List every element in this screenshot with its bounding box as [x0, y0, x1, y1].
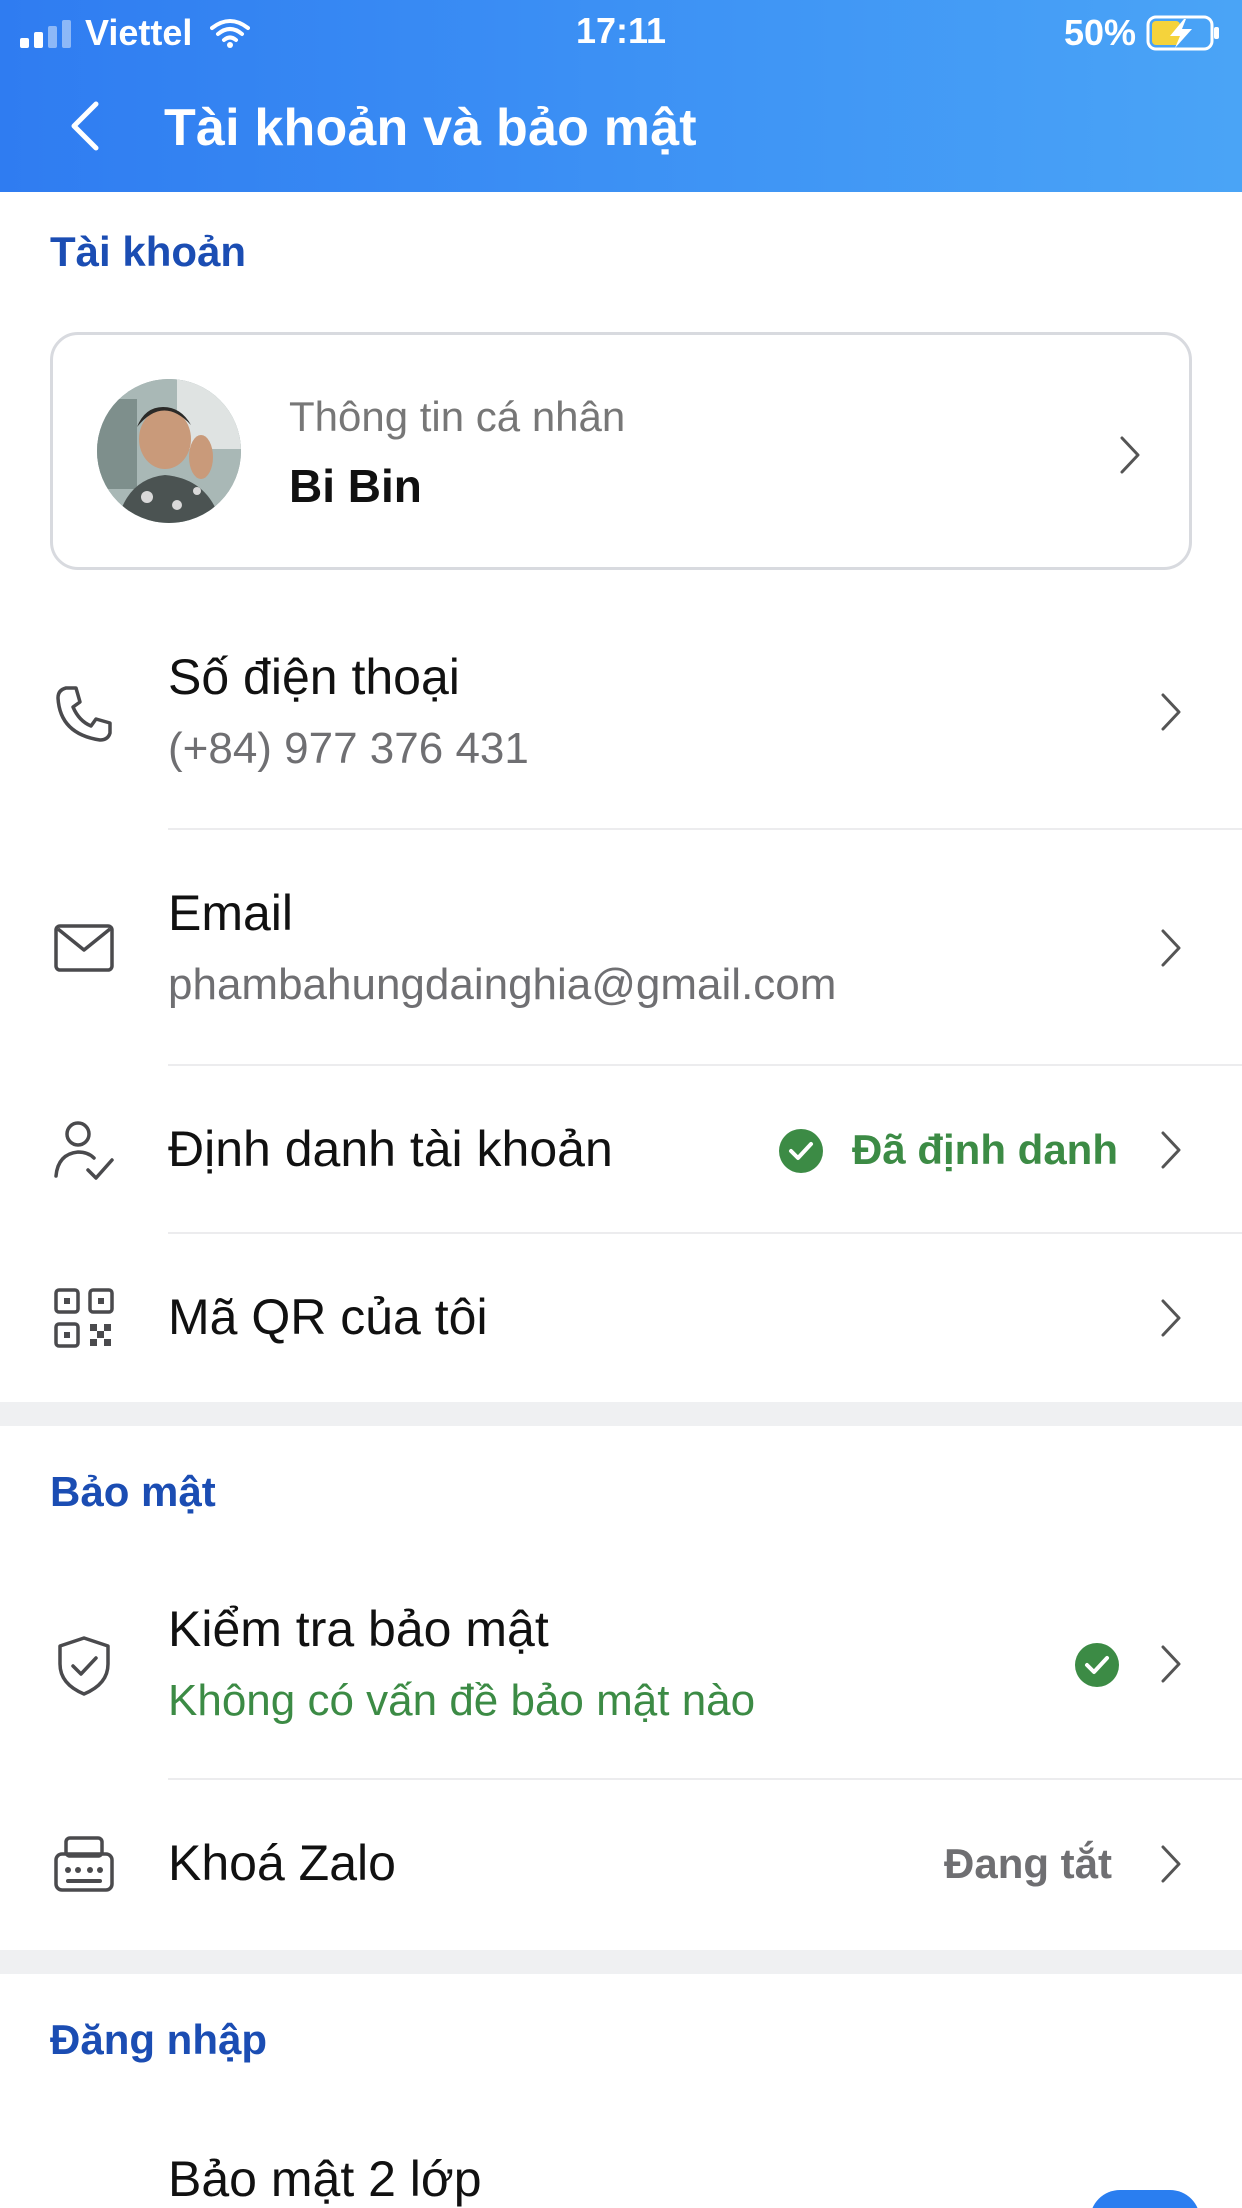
nav-bar: Tài khoản và bảo mật [0, 62, 1242, 192]
section-title-account: Tài khoản [50, 228, 247, 275]
zalo-lock-row[interactable]: Khoá Zalo Đang tắt [0, 1780, 1242, 1950]
qr-title: Mã QR của tôi [168, 1289, 488, 1345]
page-title: Tài khoản và bảo mật [164, 99, 697, 157]
profile-name: Bi Bin [289, 460, 422, 512]
chevron-right-icon [1161, 929, 1181, 967]
battery-percentage: 50% [1063, 12, 1136, 53]
status-bar: Viettel 17:11 50% [0, 0, 1242, 62]
keypad-lock-icon [54, 1836, 114, 1892]
phone-value: (+84) 977 376 431 [168, 724, 529, 773]
two-factor-row[interactable]: Bảo mật 2 lớp [0, 2100, 1242, 2208]
verified-check-icon [779, 1129, 823, 1173]
section-divider [0, 1950, 1242, 1974]
avatar-photo [97, 379, 241, 523]
chevron-right-icon [1120, 436, 1140, 474]
two-factor-toggle[interactable] [1090, 2190, 1200, 2208]
chevron-right-icon [1161, 1131, 1181, 1169]
email-title: Email [168, 885, 294, 941]
battery-charging-icon [1146, 15, 1219, 51]
shield-check-icon [58, 1636, 110, 1696]
security-check-title: Kiểm tra bảo mật [168, 1601, 549, 1657]
chevron-right-icon [1161, 1845, 1181, 1883]
security-check-row[interactable]: Kiểm tra bảo mật Không có vấn đề bảo mật… [0, 1560, 1242, 1778]
chevron-right-icon [1161, 1645, 1181, 1683]
email-row[interactable]: Email phambahungdainghia@gmail.com [0, 830, 1242, 1064]
chevron-right-icon [1161, 1299, 1181, 1337]
personal-info-label: Thông tin cá nhân [289, 393, 626, 440]
qr-code-icon [54, 1288, 114, 1348]
zalo-lock-status: Đang tắt [944, 1840, 1112, 1887]
section-title-login: Đăng nhập [50, 2016, 267, 2063]
personal-info-card[interactable]: Thông tin cá nhân Bi Bin [50, 332, 1192, 570]
email-value: phambahungdainghia@gmail.com [168, 960, 837, 1009]
section-divider [0, 1402, 1242, 1426]
phone-icon [56, 686, 112, 742]
verified-check-icon [1075, 1643, 1119, 1687]
security-check-status: Không có vấn đề bảo mật nào [168, 1676, 756, 1725]
status-time: 17:11 [575, 10, 667, 51]
mail-icon [54, 924, 114, 972]
identity-status: Đã định danh [852, 1126, 1118, 1173]
identity-row[interactable]: Định danh tài khoản Đã định danh [0, 1066, 1242, 1234]
back-arrow-icon[interactable] [66, 98, 106, 154]
status-right: 50% [1064, 12, 1222, 54]
user-check-icon [54, 1121, 114, 1180]
zalo-lock-title: Khoá Zalo [168, 1835, 396, 1891]
section-title-security: Bảo mật [50, 1468, 216, 1515]
identity-title: Định danh tài khoản [168, 1121, 613, 1177]
phone-row[interactable]: Số điện thoại (+84) 977 376 431 [0, 620, 1242, 830]
two-factor-title: Bảo mật 2 lớp [168, 2151, 482, 2207]
avatar [97, 379, 241, 523]
phone-title: Số điện thoại [168, 649, 460, 705]
app-header: Viettel 17:11 50% Tài khoản và bảo mật [0, 0, 1242, 192]
qr-row[interactable]: Mã QR của tôi [0, 1234, 1242, 1402]
chevron-right-icon [1161, 693, 1181, 731]
